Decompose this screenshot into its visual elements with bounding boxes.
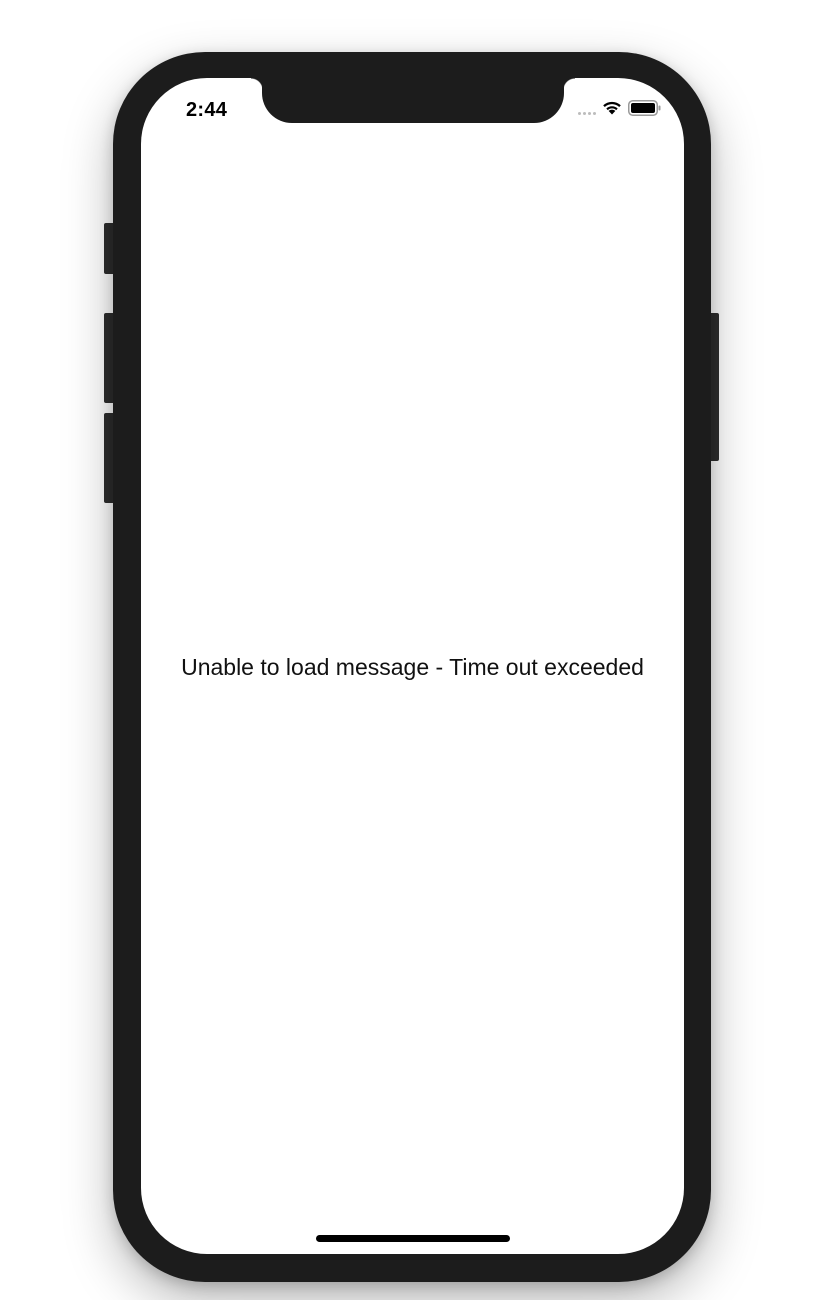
cellular-signal-dots-icon: [578, 111, 596, 115]
device-notch: [251, 78, 575, 123]
error-message: Unable to load message - Time out exceed…: [181, 654, 644, 680]
simulator-stage: 2:44 Unable to load message - Time out e…: [0, 0, 814, 1300]
status-time: 2:44: [186, 99, 228, 121]
device-screen: 2:44 Unable to load message - Time out e…: [141, 78, 684, 1254]
status-icons: [578, 99, 662, 121]
battery-icon: [628, 99, 662, 121]
wifi-icon: [602, 100, 622, 120]
home-indicator[interactable]: [316, 1235, 510, 1242]
